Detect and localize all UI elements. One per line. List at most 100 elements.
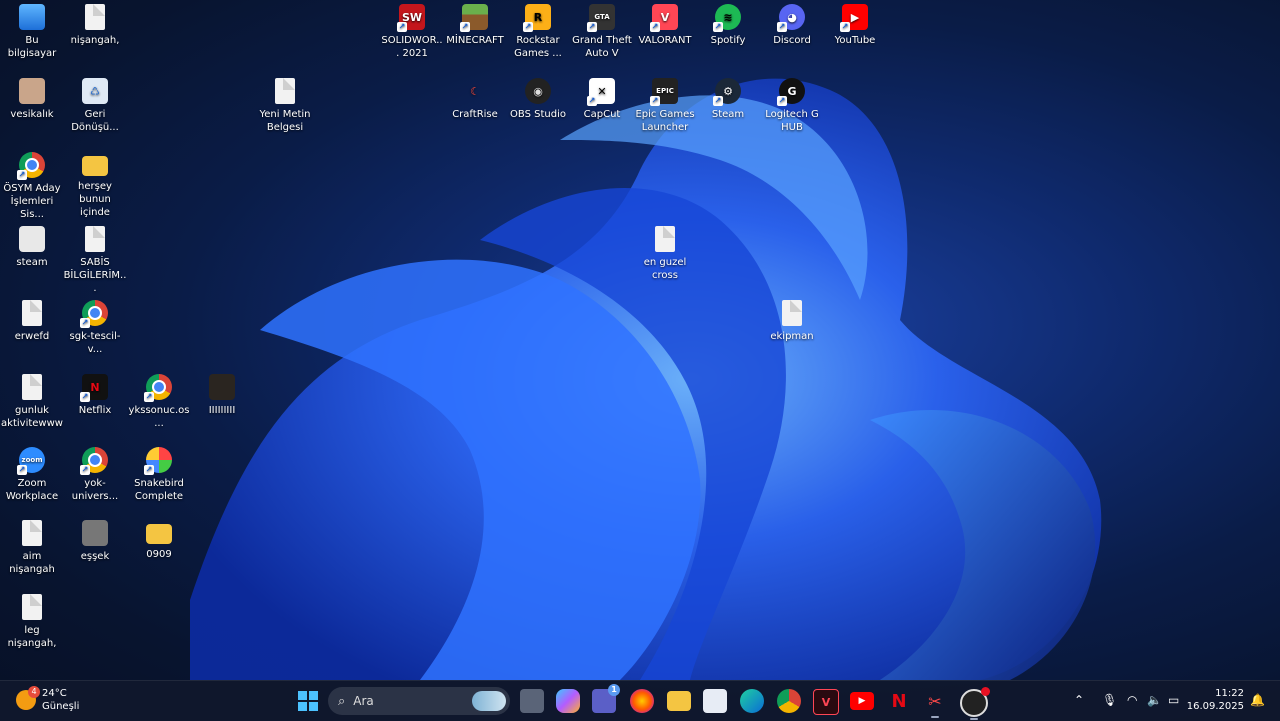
desktop-icon-doc[interactable]: aim nişangah xyxy=(0,516,64,576)
desktop-icon-gta[interactable]: GTA Grand Theft Auto V xyxy=(570,0,634,60)
task-view-button[interactable] xyxy=(520,689,544,713)
desktop-icon-label: Logitech G HUB xyxy=(765,109,819,133)
snipping-tool-icon[interactable]: ✂ xyxy=(923,689,947,718)
desktop-icon-label: SOLIDWOR... 2021 xyxy=(381,35,443,59)
desktop-icon-doc[interactable]: ekipman xyxy=(760,296,824,343)
desktop-icon-capcut[interactable]: ✕ CapCut xyxy=(570,74,634,121)
notifications-icon[interactable]: 🔔 xyxy=(1250,693,1265,707)
desktop-icon-doc[interactable]: leg nişangah, xyxy=(0,590,64,650)
desktop-icon-bin[interactable]: ♺ Geri Dönüşü... xyxy=(63,74,127,134)
volume-icon[interactable]: 🔈 xyxy=(1147,693,1162,707)
desktop-icon-spotify[interactable]: ≋ Spotify xyxy=(696,0,760,47)
valorant-icon: V xyxy=(650,4,678,32)
desktop-icon-snake[interactable]: Snakebird Complete xyxy=(127,443,191,503)
netflix-icon[interactable]: N xyxy=(887,689,911,713)
desktop-icon-steam[interactable]: ⚙ Steam xyxy=(696,74,760,121)
desktop-icon-label: MİNECRAFT xyxy=(446,35,504,46)
steam-icon: ⚙ xyxy=(713,78,741,106)
desktop-icon-label: OBS Studio xyxy=(510,109,566,120)
doc-icon xyxy=(275,78,295,104)
desktop-icon-doc[interactable]: SABİS BİLGİLERİM... xyxy=(63,222,127,295)
obs-icon: ◉ xyxy=(525,78,551,104)
desktop-icon-doc[interactable]: erwefd xyxy=(0,296,64,343)
desktop-icon-label: Netflix xyxy=(78,405,112,416)
desktop-icon-img[interactable]: steam xyxy=(0,222,64,269)
pc-icon xyxy=(19,4,45,30)
desktop-icon-label: erwefd xyxy=(14,331,50,342)
search-box[interactable]: ⌕ Ara xyxy=(328,687,510,715)
desktop-icon-chrome[interactable]: ykssonuc.os... xyxy=(127,370,191,430)
desktop-icon-label: Discord xyxy=(773,35,811,46)
desktop-icon-solid[interactable]: SW SOLIDWOR... 2021 xyxy=(380,0,444,60)
edge-icon[interactable] xyxy=(740,689,764,713)
dark-icon xyxy=(209,374,235,400)
photo2-icon xyxy=(82,520,108,546)
desktop-icon-label: Steam xyxy=(711,109,745,120)
chevron-up-icon[interactable]: ⌃ xyxy=(1074,693,1084,707)
doc-icon xyxy=(85,226,105,252)
desktop-icon-chrome[interactable]: sgk-tescil-v... xyxy=(63,296,127,356)
chrome-icon xyxy=(17,152,45,180)
teams-badge: 1 xyxy=(608,684,620,696)
desktop-icon-label: Geri Dönüşü... xyxy=(71,109,119,133)
firefox-icon[interactable] xyxy=(630,689,654,713)
desktop-icon-label: CapCut xyxy=(583,109,621,120)
desktop-icon-label: herşey bunun içinde xyxy=(78,181,112,218)
desktop-icon-label: Bu bilgisayar xyxy=(7,35,57,59)
start-button[interactable] xyxy=(296,689,320,713)
windows-icon xyxy=(298,691,318,711)
desktop-icon-mc[interactable]: MİNECRAFT xyxy=(443,0,507,47)
desktop-icon-dark[interactable]: IIIIIIIII xyxy=(190,370,254,417)
desktop-icon-epic[interactable]: EPIC Epic Games Launcher xyxy=(633,74,697,134)
obs-recording-dot xyxy=(981,687,990,696)
desktop-icon-youtube[interactable]: ▶ YouTube xyxy=(823,0,887,47)
doc-icon xyxy=(22,520,42,546)
obs-icon[interactable] xyxy=(960,687,990,720)
desktop-icon-rockstar[interactable]: R Rockstar Games ... xyxy=(506,0,570,60)
search-icon: ⌕ xyxy=(338,693,346,709)
desktop-icon-zoom[interactable]: zoom Zoom Workplace xyxy=(0,443,64,503)
epic-icon: EPIC xyxy=(650,78,678,106)
file-explorer-icon[interactable] xyxy=(667,691,691,711)
store-icon[interactable] xyxy=(703,689,727,713)
desktop-icon-logi[interactable]: G Logitech G HUB xyxy=(760,74,824,134)
spotify-icon: ≋ xyxy=(713,4,741,32)
microphone-icon[interactable]: 🎙 xyxy=(1102,693,1117,707)
sun-icon: 4 xyxy=(16,686,40,710)
desktop-icon-label: CraftRise xyxy=(452,109,498,120)
chrome-icon[interactable] xyxy=(777,689,801,713)
desktop-icon-folder[interactable]: herşey bunun içinde xyxy=(63,148,127,219)
doc-icon xyxy=(22,374,42,400)
desktop-icon-label: Snakebird Complete xyxy=(134,478,184,502)
battery-icon[interactable]: ▭ xyxy=(1168,693,1179,707)
wifi-icon[interactable]: ◠ xyxy=(1127,693,1137,707)
desktop-icon-chrome[interactable]: ÖSYM Aday İşlemleri Sis... xyxy=(0,148,64,221)
rockstar-icon: R xyxy=(523,4,551,32)
desktop-icon-label: Grand Theft Auto V xyxy=(572,35,632,59)
desktop-icon-discord[interactable]: ◕ Discord xyxy=(760,0,824,47)
valorant-icon[interactable]: V xyxy=(813,689,839,715)
desktop-icon-valorant[interactable]: V VALORANT xyxy=(633,0,697,47)
desktop-icon-pc[interactable]: Bu bilgisayar xyxy=(0,0,64,60)
weather-temp: 24°C xyxy=(42,688,67,699)
copilot-icon[interactable] xyxy=(556,689,580,713)
desktop-icon-obs[interactable]: ◉ OBS Studio xyxy=(506,74,570,121)
desktop-icon-folder[interactable]: 0909 xyxy=(127,516,191,561)
desktop-icon-photo[interactable]: vesikalık xyxy=(0,74,64,121)
youtube-icon[interactable]: ▶ xyxy=(850,692,874,710)
desktop-icon-photo2[interactable]: eşşek xyxy=(63,516,127,563)
clock[interactable]: 11:22 16.09.2025 xyxy=(1187,687,1244,713)
desktop-icon-netflix[interactable]: N Netflix xyxy=(63,370,127,417)
desktop-icon-chrome[interactable]: yok-univers... xyxy=(63,443,127,503)
desktop-icon-doc[interactable]: nişangah, xyxy=(63,0,127,47)
weather-widget[interactable]: 4 24°C Güneşli xyxy=(16,686,79,713)
doc-icon xyxy=(655,226,675,252)
desktop-icon-doc[interactable]: gunluk aktivitewww xyxy=(0,370,64,430)
desktop-icon-doc[interactable]: Yeni Metin Belgesi xyxy=(253,74,317,134)
desktop-icon-label: ÖSYM Aday İşlemleri Sis... xyxy=(3,183,61,220)
folder-icon xyxy=(146,524,172,544)
search-highlight-image xyxy=(472,691,506,711)
teams-icon[interactable]: 1 xyxy=(592,684,620,713)
desktop-icon-craftrise[interactable]: ☾ CraftRise xyxy=(443,74,507,121)
desktop-icon-doc[interactable]: en guzel cross xyxy=(633,222,697,282)
